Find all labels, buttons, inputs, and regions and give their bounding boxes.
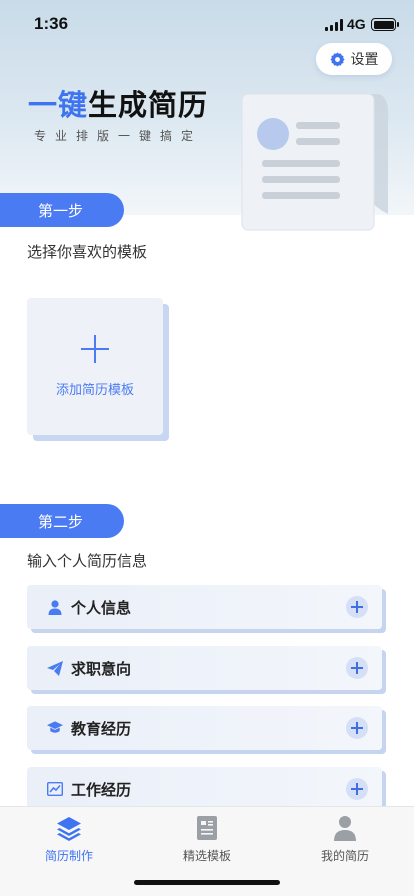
document-icon xyxy=(197,816,217,840)
title-accent: 一键 xyxy=(28,88,89,122)
add-template-label: 添加简历模板 xyxy=(55,383,134,398)
step-two-label: 输入个人简历信息 xyxy=(27,552,148,570)
person-icon xyxy=(47,599,63,615)
status-time: 1:36 xyxy=(34,14,69,33)
chart-icon xyxy=(47,781,63,797)
plus-icon xyxy=(81,335,109,363)
page-title: 一键生成简历 xyxy=(28,82,208,124)
tab-my-resumes[interactable]: 我的简历 xyxy=(276,815,414,864)
job-intention-row[interactable]: 求职意向 xyxy=(27,646,382,690)
network-type: 4G xyxy=(347,16,366,32)
resume-document-illustration xyxy=(241,93,389,231)
battery-icon xyxy=(371,18,399,31)
page-subtitle: 专业排版一键搞定 xyxy=(34,129,203,143)
step-two-tab: 第二步 xyxy=(0,504,124,538)
home-indicator xyxy=(134,880,280,885)
tab-resume-making[interactable]: 简历制作 xyxy=(0,815,138,864)
row-label: 个人信息 xyxy=(71,598,132,617)
settings-button[interactable]: 设置 xyxy=(316,43,392,75)
add-circle-icon[interactable] xyxy=(346,778,368,800)
title-rest: 生成简历 xyxy=(88,88,209,122)
row-label: 求职意向 xyxy=(71,659,132,678)
signal-icon xyxy=(325,19,343,31)
add-circle-icon[interactable] xyxy=(346,596,368,618)
education-row[interactable]: 教育经历 xyxy=(27,706,382,750)
tab-label: 我的简历 xyxy=(320,849,369,863)
graduation-cap-icon xyxy=(47,720,63,736)
add-template-card[interactable]: 添加简历模板 xyxy=(27,298,163,435)
paper-plane-icon xyxy=(47,660,63,676)
user-icon xyxy=(334,816,356,841)
work-experience-row[interactable]: 工作经历 xyxy=(27,767,382,811)
personal-info-row[interactable]: 个人信息 xyxy=(27,585,382,629)
tab-featured-templates[interactable]: 精选模板 xyxy=(138,815,276,864)
add-circle-icon[interactable] xyxy=(346,657,368,679)
step-one-tab: 第一步 xyxy=(0,193,124,227)
tab-label: 精选模板 xyxy=(182,849,231,863)
gear-icon xyxy=(329,51,345,67)
row-label: 工作经历 xyxy=(71,780,132,799)
settings-label: 设置 xyxy=(350,52,379,68)
tab-label: 简历制作 xyxy=(44,849,93,863)
step-one-label: 选择你喜欢的模板 xyxy=(27,243,148,261)
add-circle-icon[interactable] xyxy=(346,717,368,739)
layers-icon xyxy=(57,817,81,841)
row-label: 教育经历 xyxy=(71,719,132,738)
